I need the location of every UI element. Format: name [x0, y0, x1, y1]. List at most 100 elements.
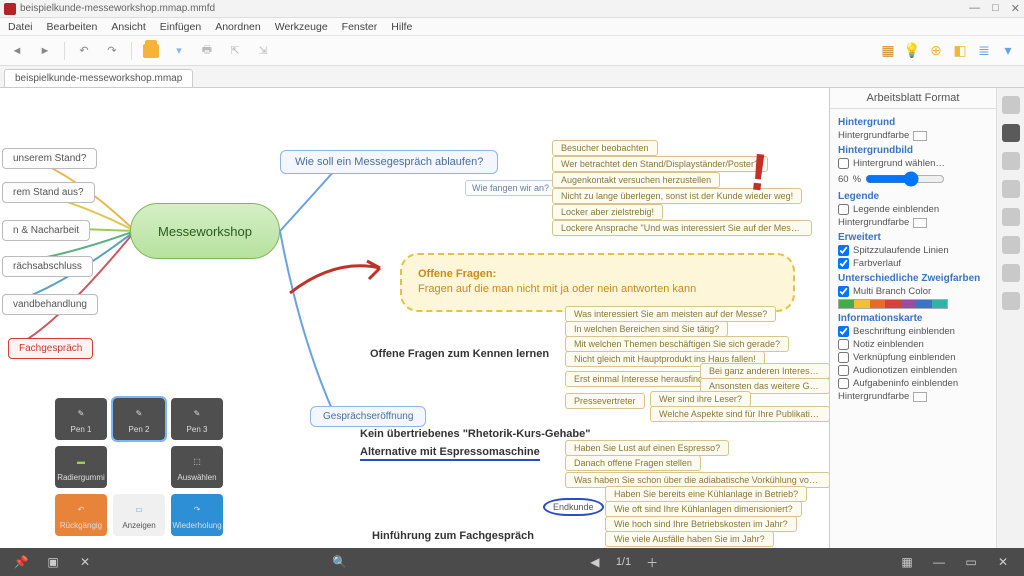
legend-color[interactable]: Hintergrundfarbe	[838, 217, 988, 228]
document-tab[interactable]: beispielkunde-messeworkshop.mmap	[4, 69, 193, 87]
c1-d2[interactable]: Wie hoch sind Ihre Betriebskosten im Jah…	[605, 516, 797, 532]
bg-color-swatch[interactable]	[913, 131, 927, 141]
q-detail-1[interactable]: Wer betrachtet den Stand/Displayständer/…	[552, 156, 768, 172]
left-node-4[interactable]: vandbehandlung	[2, 294, 98, 315]
menu-arrange[interactable]: Anordnen	[215, 21, 261, 33]
back-button[interactable]: ◄	[6, 40, 28, 62]
bulb-icon[interactable]: 💡	[902, 41, 922, 61]
left-node-3[interactable]: rächsabschluss	[2, 256, 93, 277]
prev-slide-button[interactable]: ◀	[584, 552, 606, 572]
info-2[interactable]: Notiz einblenden	[838, 339, 988, 350]
print-button[interactable]: 🖶	[196, 40, 218, 62]
rail-icon-4[interactable]	[1002, 180, 1020, 198]
tools-icon[interactable]: ✕	[74, 552, 96, 572]
s3-d0[interactable]: Haben Sie Lust auf einen Espresso?	[565, 440, 729, 456]
view-3-icon[interactable]: ▭	[960, 552, 982, 572]
s1-d2[interactable]: Mit welchen Themen beschäftigen Sie sich…	[565, 336, 789, 352]
rail-icon-1[interactable]	[1002, 96, 1020, 114]
left-node-5[interactable]: Fachgespräch	[8, 338, 93, 359]
info-3[interactable]: Verknüpfung einblenden	[838, 352, 988, 363]
c1-d3[interactable]: Wie viele Ausfälle haben Sie im Jahr?	[605, 531, 774, 547]
rail-icon-2[interactable]	[1002, 124, 1020, 142]
s1-e3[interactable]: Welche Aspekte sind für Ihre Publikation…	[650, 406, 829, 422]
q-detail-2[interactable]: Augenkontakt versuchen herzustellen	[552, 172, 720, 188]
rail-icon-7[interactable]	[1002, 264, 1020, 282]
menu-help[interactable]: Hilfe	[391, 21, 412, 33]
q-detail-0[interactable]: Besucher beobachten	[552, 140, 658, 156]
share-button[interactable]: ⇲	[252, 40, 274, 62]
section-3[interactable]: Alternative mit Espressomaschine	[360, 446, 540, 461]
minimize-button[interactable]: —	[969, 2, 980, 15]
c1-d1[interactable]: Wie oft sind Ihre Kühlanlagen dimensioni…	[605, 501, 802, 517]
s1-e2[interactable]: Wer sind ihre Leser?	[650, 391, 751, 407]
layers-icon[interactable]: ▣	[42, 552, 64, 572]
menu-view[interactable]: Ansicht	[111, 21, 145, 33]
undo-button[interactable]: ↶	[73, 40, 95, 62]
adv-1[interactable]: Spitzzulaufende Linien	[838, 245, 988, 256]
redo-pal-button[interactable]: ↷Wiederholung	[171, 494, 223, 536]
branch-colors[interactable]	[838, 299, 948, 309]
left-node-1[interactable]: rem Stand aus?	[2, 182, 95, 203]
pen-2-button[interactable]: ✎Pen 2	[113, 398, 165, 440]
s1-d1[interactable]: In welchen Bereichen sind Sie tätig?	[565, 321, 728, 337]
forward-button[interactable]: ►	[34, 40, 56, 62]
s1-e0[interactable]: Bei ganz anderen Interessen lieber	[700, 363, 829, 379]
circle-endkunde[interactable]: Endkunde	[543, 498, 604, 516]
left-node-2[interactable]: n & Nacharbeit	[2, 220, 90, 241]
select-button[interactable]: ⬚Auswählen	[171, 446, 223, 488]
branch-chk[interactable]: Multi Branch Color	[838, 286, 988, 297]
s3-d1[interactable]: Danach offene Fragen stellen	[565, 455, 701, 471]
pin-icon[interactable]: 📌	[10, 552, 32, 572]
menu-insert[interactable]: Einfügen	[160, 21, 201, 33]
export-button[interactable]: ⇱	[224, 40, 246, 62]
pen-1-button[interactable]: ✎Pen 1	[55, 398, 107, 440]
more-icon[interactable]: ▾	[998, 41, 1018, 61]
s1-d5[interactable]: Pressevertreter	[565, 393, 645, 409]
adv-2[interactable]: Farbverlauf	[838, 258, 988, 269]
question-sub[interactable]: Wie fangen wir an?	[465, 180, 556, 196]
close-button[interactable]: ✕	[1011, 2, 1020, 15]
menu-edit[interactable]: Bearbeiten	[47, 21, 98, 33]
left-node-0[interactable]: unserem Stand?	[2, 148, 97, 169]
mindmap-canvas[interactable]: Messeworkshop unserem Stand? rem Stand a…	[0, 88, 829, 548]
search-icon[interactable]: 🔍	[329, 552, 351, 572]
s1-d0[interactable]: Was interessiert Sie am meisten auf der …	[565, 306, 776, 322]
center-node[interactable]: Messeworkshop	[130, 203, 280, 259]
q-detail-4[interactable]: Locker aber zielstrebig!	[552, 204, 663, 220]
bgimg-choose[interactable]: Hintergrund wählen…	[838, 158, 988, 169]
section-4[interactable]: Hinführung zum Fachgespräch	[372, 530, 534, 542]
info-5[interactable]: Aufgabeninfo einblenden	[838, 378, 988, 389]
cloud-callout[interactable]: Offene Fragen: Fragen auf die man nicht …	[400, 253, 795, 312]
eraser-button[interactable]: ▬Radiergummi	[55, 446, 107, 488]
opener-node[interactable]: Gesprächseröffnung	[310, 406, 426, 427]
next-slide-button[interactable]: ＋	[641, 552, 663, 572]
split-icon[interactable]: ≣	[974, 41, 994, 61]
maximize-button[interactable]: □	[992, 2, 999, 15]
info-color[interactable]: Hintergrundfarbe	[838, 391, 988, 402]
info-4[interactable]: Audionotizen einblenden	[838, 365, 988, 376]
rail-icon-5[interactable]	[1002, 208, 1020, 226]
pen-3-button[interactable]: ✎Pen 3	[171, 398, 223, 440]
bg-color-row[interactable]: Hintergrundfarbe	[838, 130, 988, 141]
rail-icon-3[interactable]	[1002, 152, 1020, 170]
question-node[interactable]: Wie soll ein Messegespräch ablaufen?	[280, 150, 498, 174]
open-button[interactable]	[140, 40, 162, 62]
menu-tools[interactable]: Werkzeuge	[275, 21, 328, 33]
info-1[interactable]: Beschriftung einblenden	[838, 326, 988, 337]
view-1-icon[interactable]: ▦	[896, 552, 918, 572]
legend-show[interactable]: Legende einblenden	[838, 204, 988, 215]
rail-icon-6[interactable]	[1002, 236, 1020, 254]
rail-icon-8[interactable]	[1002, 292, 1020, 310]
bg-opacity[interactable]: 60%	[838, 171, 988, 187]
q-detail-5[interactable]: Lockere Ansprache "Und was interessiert …	[552, 220, 812, 236]
menu-window[interactable]: Fenster	[342, 21, 378, 33]
c1-d0[interactable]: Haben Sie bereits eine Kühlanlage in Bet…	[605, 486, 807, 502]
filter-icon[interactable]: ◧	[950, 41, 970, 61]
save-button[interactable]: ▾	[168, 40, 190, 62]
view-2-icon[interactable]: —	[928, 552, 950, 572]
section-2[interactable]: Kein übertriebenes "Rhetorik-Kurs-Gehabe…	[360, 428, 590, 440]
undo-pal-button[interactable]: ↶Rückgängig	[55, 494, 107, 536]
section-1[interactable]: Offene Fragen zum Kennen lernen	[370, 348, 549, 360]
redo-button[interactable]: ↷	[101, 40, 123, 62]
close-present-icon[interactable]: ✕	[992, 552, 1014, 572]
